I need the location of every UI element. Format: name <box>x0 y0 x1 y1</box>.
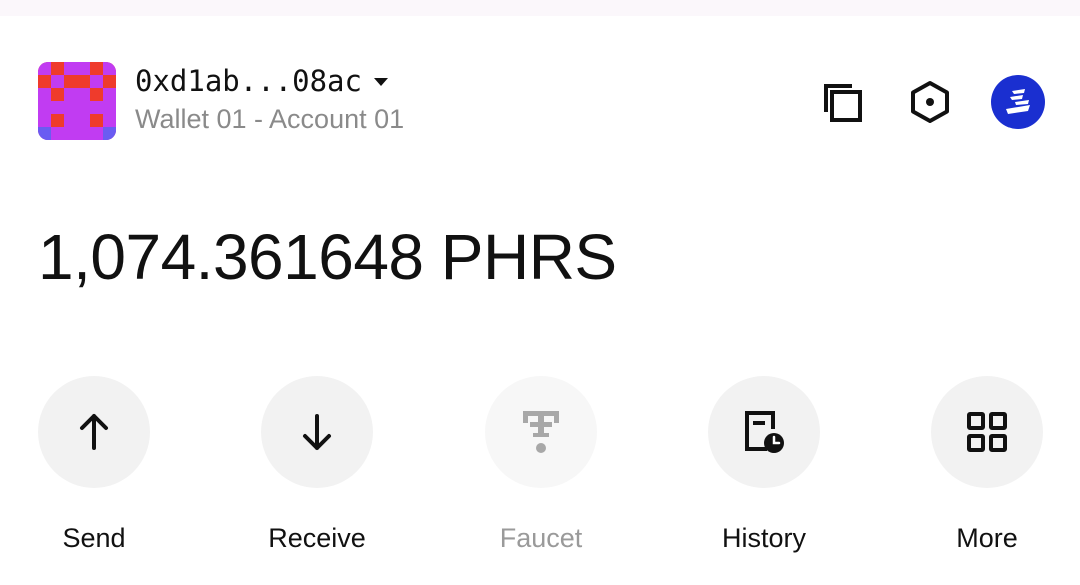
send-button[interactable] <box>38 376 150 488</box>
send-label: Send <box>62 523 126 553</box>
account-selector[interactable]: 0xd1ab...08ac <box>135 62 555 100</box>
network-button[interactable] <box>988 72 1048 132</box>
faucet-label: Faucet <box>499 523 583 553</box>
network-logo-icon <box>991 75 1045 129</box>
history-label: History <box>721 523 806 553</box>
account-name: Wallet 01 - Account 01 <box>135 104 405 134</box>
action-send: Send <box>19 376 169 554</box>
status-strip <box>0 0 1080 16</box>
account-info: 0xd1ab...08ac Wallet 01 - Account 01 <box>135 62 555 135</box>
hexagon-settings-icon <box>911 81 949 123</box>
history-button[interactable] <box>708 376 820 488</box>
chevron-down-icon <box>373 78 388 86</box>
action-more: More <box>912 376 1062 554</box>
action-faucet: Faucet <box>466 376 616 554</box>
account-header: 0xd1ab...08ac Wallet 01 - Account 01 <box>38 62 1048 142</box>
action-tiles: Send Receive Faucet History More <box>0 376 1080 576</box>
receive-label: Receive <box>268 523 366 553</box>
settings-button[interactable] <box>900 72 960 132</box>
copy-icon <box>824 84 862 122</box>
arrow-down-icon <box>303 414 331 450</box>
more-label: More <box>956 523 1018 553</box>
copy-address-button[interactable] <box>812 72 872 132</box>
header-actions <box>812 72 1048 132</box>
identicon-avatar-icon <box>38 62 116 140</box>
action-history: History <box>689 376 839 554</box>
faucet-button[interactable] <box>485 376 597 488</box>
account-avatar[interactable] <box>38 62 116 140</box>
account-address: 0xd1ab...08ac <box>135 64 362 98</box>
wallet-balance: 1,074.361648 PHRS <box>38 221 617 293</box>
arrow-up-icon <box>80 414 108 450</box>
action-receive: Receive <box>242 376 392 554</box>
more-button[interactable] <box>931 376 1043 488</box>
faucet-icon <box>523 411 559 453</box>
grid-icon <box>967 412 1007 452</box>
history-icon <box>745 411 784 453</box>
receive-button[interactable] <box>261 376 373 488</box>
network-mark-icon <box>1006 89 1030 114</box>
